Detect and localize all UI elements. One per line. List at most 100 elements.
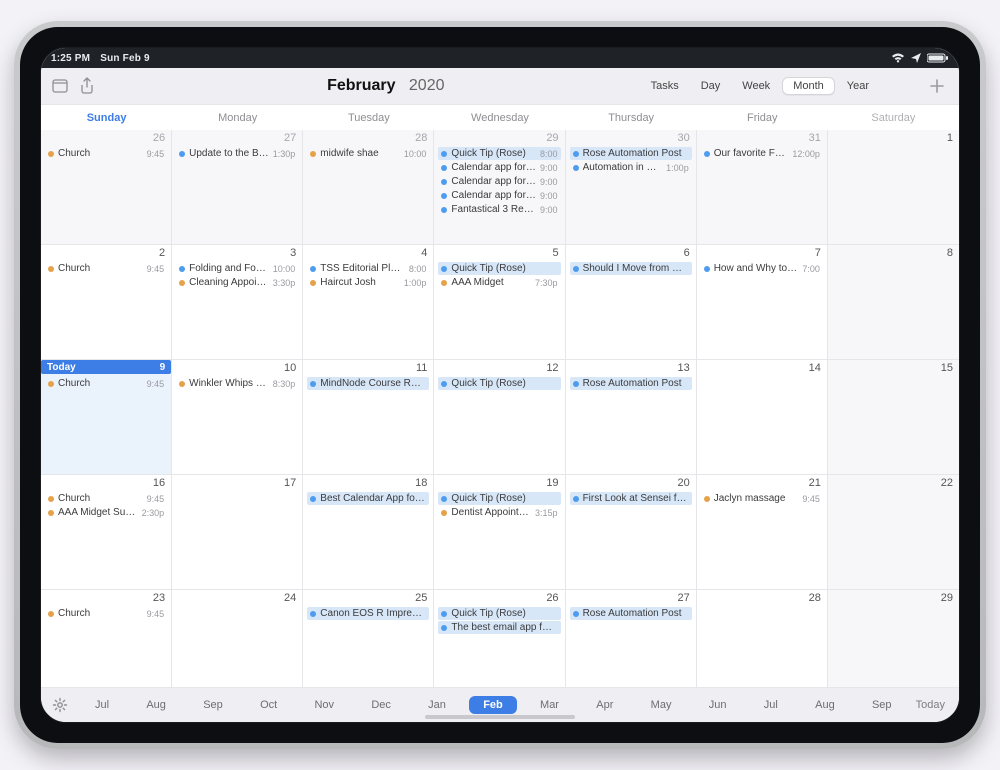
day-cell[interactable]: 20First Look at Sensei for Mac (Mari [566, 475, 697, 590]
calendar-today-icon[interactable] [51, 77, 69, 95]
day-cell[interactable]: 26Quick Tip (Rose)The best email app for… [434, 590, 565, 688]
view-day[interactable]: Day [691, 78, 731, 94]
event-item[interactable]: Jaclyn massage9:45 [701, 492, 823, 505]
event-item[interactable]: Quick Tip (Rose) [438, 377, 560, 390]
event-item[interactable]: Quick Tip (Rose)8:00 [438, 147, 560, 160]
month-pill-jan-6[interactable]: Jan [414, 696, 460, 714]
month-pill-oct-3[interactable]: Oct [246, 696, 291, 714]
event-item[interactable]: First Look at Sensei for Mac (Mari [570, 492, 692, 505]
settings-gear-icon[interactable] [49, 694, 71, 716]
event-item[interactable]: Update to the Best Mind M1:30p [176, 147, 298, 160]
event-item[interactable]: Rose Automation Post [570, 607, 692, 620]
month-pill-mar-8[interactable]: Mar [526, 696, 573, 714]
view-month[interactable]: Month [782, 77, 835, 95]
day-cell[interactable]: 22 [828, 475, 959, 590]
event-item[interactable]: The best email app for iPhone (Mi [438, 621, 560, 634]
day-cell[interactable]: Today9Church9:45 [41, 360, 172, 475]
month-pill-jul-12[interactable]: Jul [750, 696, 792, 714]
event-item[interactable]: Fantastical 3 Review (Rose)9:00 [438, 203, 560, 216]
month-pill-dec-5[interactable]: Dec [357, 696, 405, 714]
day-cell[interactable]: 2Church9:45 [41, 245, 172, 360]
day-cell[interactable]: 3Folding and Focus Mode (10:00Cleaning A… [172, 245, 303, 360]
day-cell[interactable]: 27Rose Automation Post [566, 590, 697, 688]
day-cell[interactable]: 25Canon EOS R Impressions (Josh) [303, 590, 434, 688]
day-cell[interactable]: 26Church9:45 [41, 130, 172, 245]
share-icon[interactable] [79, 77, 95, 95]
day-cell[interactable]: 17 [172, 475, 303, 590]
month-scroll-area[interactable]: 26Church9:4527Update to the Best Mind M1… [41, 130, 959, 688]
event-item[interactable]: Church9:45 [45, 147, 167, 160]
day-cell[interactable]: 5Quick Tip (Rose)AAA Midget7:30p [434, 245, 565, 360]
day-cell[interactable]: 19Quick Tip (Rose)Dentist Appointment Jo… [434, 475, 565, 590]
day-cell[interactable]: 14 [697, 360, 828, 475]
day-cell[interactable]: 11MindNode Course Release [303, 360, 434, 475]
event-item[interactable]: Cleaning Appointment (Jos3:30p [176, 276, 298, 289]
event-item[interactable]: Quick Tip (Rose) [438, 262, 560, 275]
day-cell[interactable]: 28 [697, 590, 828, 688]
day-cell[interactable]: 29 [828, 590, 959, 688]
month-scrubber[interactable]: Jul Aug Sep Oct Nov Dec Jan Feb Mar Apr May Jun Jul A… [75, 696, 912, 714]
event-item[interactable]: Rose Automation Post [570, 377, 692, 390]
toolbar-title[interactable]: February 2020 [141, 77, 631, 95]
add-event-button[interactable] [925, 74, 949, 98]
month-pill-nov-4[interactable]: Nov [300, 696, 348, 714]
day-cell[interactable]: 31Our favorite Fantastical 312:00p [697, 130, 828, 245]
event-item[interactable]: Calendar app for iPhone Up9:00 [438, 161, 560, 174]
event-item[interactable]: Our favorite Fantastical 312:00p [701, 147, 823, 160]
event-item[interactable]: Should I Move from Evernote to N [570, 262, 692, 275]
event-item[interactable]: Church9:45 [45, 377, 167, 390]
day-cell[interactable]: 12Quick Tip (Rose) [434, 360, 565, 475]
today-button[interactable]: Today [916, 699, 951, 711]
month-pill-apr-9[interactable]: Apr [582, 696, 627, 714]
day-cell[interactable]: 27Update to the Best Mind M1:30p [172, 130, 303, 245]
day-cell[interactable]: 30Rose Automation PostAutomation in Fant… [566, 130, 697, 245]
event-item[interactable]: Church9:45 [45, 492, 167, 505]
event-item[interactable]: Quick Tip (Rose) [438, 607, 560, 620]
day-cell[interactable]: 6Should I Move from Evernote to N [566, 245, 697, 360]
event-item[interactable]: Calendar app for Watch Upd9:00 [438, 189, 560, 202]
day-cell[interactable]: 23Church9:45 [41, 590, 172, 688]
event-item[interactable]: MindNode Course Release [307, 377, 429, 390]
event-item[interactable]: Rose Automation Post [570, 147, 692, 160]
event-item[interactable]: How and Why to Find the Ti7:00 [701, 262, 823, 275]
event-item[interactable]: Canon EOS R Impressions (Josh) [307, 607, 429, 620]
event-item[interactable]: Church9:45 [45, 262, 167, 275]
event-item[interactable]: Best Calendar App for iPad (Josh) [307, 492, 429, 505]
day-cell[interactable]: 13Rose Automation Post [566, 360, 697, 475]
event-item[interactable]: midwife shae10:00 [307, 147, 429, 160]
month-pill-aug-1[interactable]: Aug [132, 696, 180, 714]
day-cell[interactable]: 21Jaclyn massage9:45 [697, 475, 828, 590]
month-pill-jul-0[interactable]: Jul [81, 696, 123, 714]
view-year[interactable]: Year [837, 78, 879, 94]
event-item[interactable]: Automation in Fantastical 31:00p [570, 161, 692, 174]
event-item[interactable]: Calendar app for Mac updat9:00 [438, 175, 560, 188]
event-item[interactable]: Dentist Appointment Josh3:15p [438, 506, 560, 519]
home-indicator[interactable] [425, 715, 575, 719]
view-tasks[interactable]: Tasks [641, 78, 689, 94]
event-item[interactable]: AAA Midget Supervision?2:30p [45, 506, 167, 519]
month-pill-may-10[interactable]: May [637, 696, 686, 714]
event-item[interactable]: Church9:45 [45, 607, 167, 620]
day-cell[interactable]: 24 [172, 590, 303, 688]
month-pill-aug-13[interactable]: Aug [801, 696, 849, 714]
month-pill-feb-7[interactable]: Feb [469, 696, 517, 714]
day-cell[interactable]: 16Church9:45AAA Midget Supervision?2:30p [41, 475, 172, 590]
event-item[interactable]: Haircut Josh1:00p [307, 276, 429, 289]
month-pill-sep-14[interactable]: Sep [858, 696, 906, 714]
day-cell[interactable]: 1 [828, 130, 959, 245]
day-cell[interactable]: 4TSS Editorial Planning Call8:00Haircut … [303, 245, 434, 360]
event-item[interactable]: AAA Midget7:30p [438, 276, 560, 289]
event-item[interactable]: Quick Tip (Rose) [438, 492, 560, 505]
month-pill-sep-2[interactable]: Sep [189, 696, 237, 714]
event-item[interactable]: TSS Editorial Planning Call8:00 [307, 262, 429, 275]
event-item[interactable]: Winkler Whips Meeting8:30p [176, 377, 298, 390]
day-cell[interactable]: 10Winkler Whips Meeting8:30p [172, 360, 303, 475]
day-cell[interactable]: 29Quick Tip (Rose)8:00Calendar app for i… [434, 130, 565, 245]
event-item[interactable]: Folding and Focus Mode (10:00 [176, 262, 298, 275]
day-cell[interactable]: 8 [828, 245, 959, 360]
day-cell[interactable]: 7How and Why to Find the Ti7:00 [697, 245, 828, 360]
month-pill-jun-11[interactable]: Jun [695, 696, 741, 714]
day-cell[interactable]: 15 [828, 360, 959, 475]
view-week[interactable]: Week [732, 78, 780, 94]
day-cell[interactable]: 18Best Calendar App for iPad (Josh) [303, 475, 434, 590]
